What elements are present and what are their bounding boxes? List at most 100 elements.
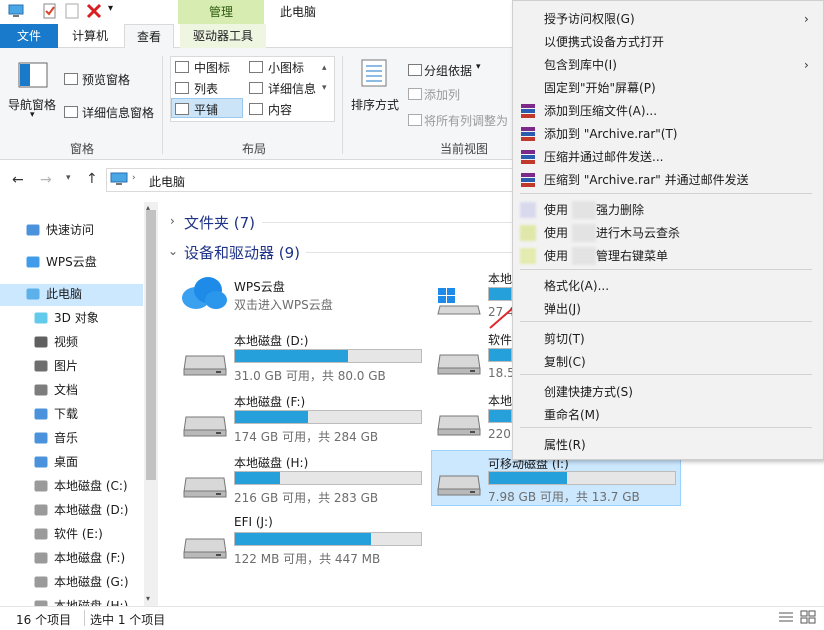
wps-cloud-name[interactable]: WPS云盘 bbox=[234, 278, 285, 295]
drive-icon[interactable] bbox=[182, 533, 228, 562]
tiles-icon bbox=[175, 103, 189, 115]
menu-item-suffix[interactable]: 管理右键菜单 bbox=[596, 245, 668, 267]
group-label-panes: 窗格 bbox=[69, 142, 94, 156]
drive-name[interactable]: 本地磁盘 (H:) bbox=[234, 454, 308, 471]
layout-content[interactable]: 内容 bbox=[268, 101, 292, 118]
computer-icon[interactable] bbox=[8, 3, 24, 19]
drive-name[interactable]: 本地 bbox=[488, 392, 512, 409]
drive-icon[interactable] bbox=[436, 410, 482, 439]
expand-folders-icon[interactable]: › bbox=[170, 214, 175, 228]
layout-medium-icons[interactable]: 中图标 bbox=[194, 59, 230, 76]
drive-name[interactable]: 本地磁盘 (D:) bbox=[234, 332, 308, 349]
collapse-devices-icon[interactable]: ⌄ bbox=[168, 244, 178, 258]
fit-columns-button[interactable]: 将所有列调整为 bbox=[424, 112, 508, 129]
menu-item[interactable]: 复制(C) bbox=[544, 351, 586, 373]
menu-item[interactable]: 使用 bbox=[544, 222, 568, 244]
menu-item[interactable]: 使用 bbox=[544, 199, 568, 221]
wps-cloud-icon[interactable] bbox=[180, 274, 228, 315]
group-label-layout: 布局 bbox=[241, 142, 266, 156]
drive-icon bbox=[34, 552, 48, 564]
manage-context-tab[interactable]: 管理 bbox=[178, 0, 264, 24]
tab-computer[interactable]: 计算机 bbox=[60, 24, 120, 48]
computer-icon bbox=[26, 288, 40, 300]
group-by-dropdown-icon[interactable]: ▾ bbox=[476, 62, 481, 72]
menu-item-suffix[interactable]: 强力删除 bbox=[596, 199, 644, 221]
menu-item[interactable]: 格式化(A)... bbox=[544, 275, 609, 297]
nav-pane-icon[interactable] bbox=[18, 62, 48, 91]
sort-by-button[interactable]: 排序方式 bbox=[351, 96, 399, 113]
drive-usage-fill bbox=[235, 350, 348, 362]
removable-drive-free-text: 7.98 GB 可用，共 13.7 GB bbox=[488, 490, 640, 504]
menu-item[interactable]: 添加到 "Archive.rar"(T) bbox=[544, 123, 677, 145]
drive-name[interactable]: 本地磁盘 (F:) bbox=[234, 393, 305, 410]
details-view-icon[interactable] bbox=[778, 610, 794, 627]
menu-item[interactable]: 固定到"开始"屏幕(P) bbox=[544, 77, 656, 99]
recent-locations-icon[interactable]: ▾ bbox=[66, 173, 71, 183]
drive-free-text: 31.0 GB 可用，共 80.0 GB bbox=[234, 369, 386, 383]
menu-item-suffix[interactable]: 进行木马云查杀 bbox=[596, 222, 680, 244]
menu-item[interactable]: 压缩到 "Archive.rar" 并通过邮件发送 bbox=[544, 169, 749, 191]
properties-icon[interactable] bbox=[42, 3, 58, 19]
desktop-icon bbox=[34, 456, 48, 468]
large-icons-view-icon[interactable] bbox=[800, 610, 816, 627]
tab-drive-tools[interactable]: 驱动器工具 bbox=[180, 24, 266, 48]
layout-small-icons[interactable]: 小图标 bbox=[268, 59, 304, 76]
tab-view[interactable]: 查看 bbox=[124, 24, 174, 49]
layout-list[interactable]: 列表 bbox=[194, 80, 218, 97]
window-title: 此电脑 bbox=[280, 5, 317, 19]
windows-drive-icon[interactable] bbox=[436, 288, 482, 321]
menu-item[interactable]: 弹出(J) bbox=[544, 298, 581, 320]
up-icon[interactable]: ↑ bbox=[86, 171, 98, 187]
breadcrumb-chevron-icon[interactable]: › bbox=[132, 173, 136, 183]
preview-pane-button[interactable]: 预览窗格 bbox=[82, 71, 130, 88]
menu-item[interactable]: 授予访问权限(G) bbox=[544, 8, 635, 30]
menu-separator bbox=[520, 269, 812, 270]
drive-name[interactable]: EFI (J:) bbox=[234, 515, 273, 529]
drive-icon[interactable] bbox=[182, 350, 228, 379]
cloud-icon bbox=[26, 256, 40, 268]
ribbon-separator bbox=[342, 56, 343, 154]
add-column-button[interactable]: 添加列 bbox=[424, 86, 460, 103]
menu-item[interactable]: 创建快捷方式(S) bbox=[544, 381, 633, 403]
menu-item[interactable]: 剪切(T) bbox=[544, 328, 585, 350]
menu-item[interactable]: 包含到库中(I) bbox=[544, 54, 617, 76]
group-by-button[interactable]: 分组依据 bbox=[424, 62, 472, 79]
menu-item[interactable]: 压缩并通过邮件发送... bbox=[544, 146, 663, 168]
drive-usage-bar bbox=[234, 532, 422, 546]
menu-item[interactable]: 属性(R) bbox=[544, 434, 586, 456]
menu-item[interactable]: 添加到压缩文件(A)... bbox=[544, 100, 657, 122]
drive-icon[interactable] bbox=[436, 349, 482, 378]
folders-group-header[interactable]: 文件夹 (7) bbox=[184, 212, 255, 233]
new-folder-icon[interactable] bbox=[64, 3, 80, 19]
redacted-app-name bbox=[572, 247, 596, 265]
drive-free-text: 216 GB 可用，共 283 GB bbox=[234, 491, 379, 505]
back-icon[interactable]: ← bbox=[12, 172, 24, 188]
sort-by-icon[interactable] bbox=[360, 58, 390, 91]
ribbon-separator bbox=[162, 56, 163, 154]
layout-scroll-arrows-icon[interactable]: ▴ ▾ bbox=[322, 58, 327, 98]
cube-icon bbox=[34, 312, 48, 324]
delete-icon[interactable] bbox=[86, 3, 102, 19]
scroll-up-icon[interactable]: ▴ bbox=[146, 203, 150, 212]
menu-item[interactable]: 以便携式设备方式打开 bbox=[544, 31, 664, 53]
breadcrumb[interactable]: 此电脑 bbox=[149, 173, 185, 190]
scroll-down-icon[interactable]: ▾ bbox=[146, 594, 150, 603]
group-label-current-view: 当前视图 bbox=[439, 142, 488, 156]
quick-access-dropdown-icon[interactable]: ▾ bbox=[108, 3, 113, 14]
drive-usage-fill bbox=[489, 349, 511, 361]
forward-icon[interactable]: → bbox=[40, 172, 52, 188]
drive-usage-bar bbox=[488, 409, 512, 423]
drive-icon[interactable] bbox=[182, 472, 228, 501]
layout-tiles[interactable]: 平铺 bbox=[194, 101, 218, 118]
redacted-app-name bbox=[572, 224, 596, 242]
section-divider bbox=[306, 252, 512, 253]
layout-details[interactable]: 详细信息 bbox=[268, 80, 316, 97]
devices-group-header[interactable]: 设备和驱动器 (9) bbox=[184, 242, 300, 263]
menu-item[interactable]: 使用 bbox=[544, 245, 568, 267]
nav-scrollbar-thumb[interactable] bbox=[146, 210, 156, 480]
drive-icon[interactable] bbox=[182, 411, 228, 440]
menu-item[interactable]: 重命名(M) bbox=[544, 404, 600, 426]
nav-pane-dropdown-icon[interactable]: ▾ bbox=[30, 110, 35, 120]
tab-file[interactable]: 文件 bbox=[0, 24, 58, 48]
details-pane-button[interactable]: 详细信息窗格 bbox=[82, 104, 154, 121]
